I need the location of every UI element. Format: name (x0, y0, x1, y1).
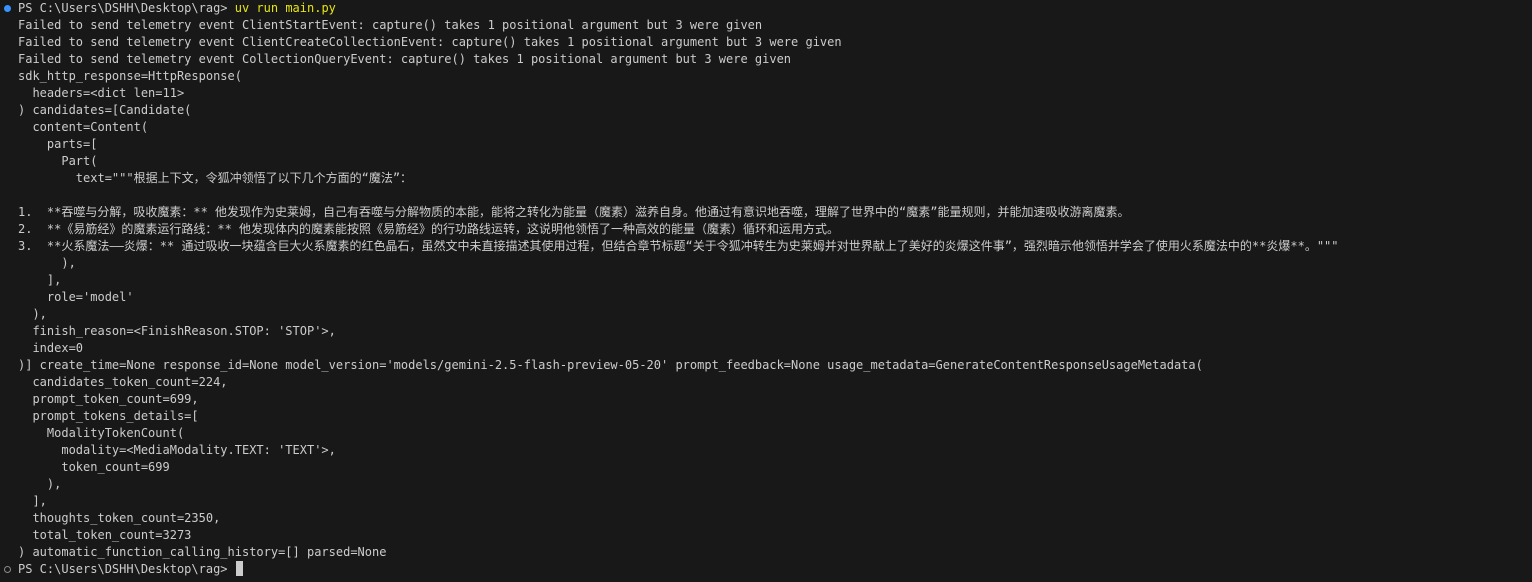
output-line: ) candidates=[Candidate( (18, 103, 192, 117)
output-line: ], (18, 494, 47, 508)
output-line: ], (18, 273, 62, 287)
output-line: modality=<MediaModality.TEXT: 'TEXT'>, (18, 443, 336, 457)
command-idle-icon[interactable] (4, 566, 11, 573)
output-line: parts=[ (18, 137, 98, 151)
output-line: prompt_tokens_details=[ (18, 409, 199, 423)
output-line: candidates_token_count=224, (18, 375, 228, 389)
current-prompt-line[interactable]: PS C:\Users\DSHH\Desktop\rag> (18, 561, 1532, 578)
output-line: token_count=699 (18, 460, 170, 474)
output-line: )] create_time=None response_id=None mod… (18, 358, 1203, 372)
output-line: 2. **《易筋经》的魔素运行路线：** 他发现体内的魔素能按照《易筋经》的行功… (18, 222, 840, 236)
command-line: PS C:\Users\DSHH\Desktop\rag> uv run mai… (18, 0, 1532, 17)
output-line: finish_reason=<FinishReason.STOP: 'STOP'… (18, 324, 336, 338)
current-prompt-text: PS C:\Users\DSHH\Desktop\rag> (18, 562, 235, 576)
command-text: uv run main.py (234, 1, 336, 15)
output-line: text="""根据上下文，令狐冲领悟了以下几个方面的“魔法”： (18, 171, 413, 185)
output-lines: Failed to send telemetry event ClientSta… (18, 17, 1532, 561)
terminal-cursor (235, 561, 243, 576)
prompt-text: PS C:\Users\DSHH\Desktop\rag> (18, 1, 235, 15)
output-line: ModalityTokenCount( (18, 426, 185, 440)
command-success-icon[interactable] (4, 5, 11, 12)
output-line: Part( (18, 154, 98, 168)
terminal-panel[interactable]: PS C:\Users\DSHH\Desktop\rag> uv run mai… (0, 0, 1532, 582)
terminal-output: PS C:\Users\DSHH\Desktop\rag> uv run mai… (18, 0, 1532, 578)
output-line: 3. **火系魔法——炎爆：** 通过吸收一块蕴含巨大火系魔素的红色晶石，虽然文… (18, 239, 1339, 253)
output-line: total_token_count=3273 (18, 528, 192, 542)
output-line: index=0 (18, 341, 84, 355)
output-line: content=Content( (18, 120, 149, 134)
output-line: ) automatic_function_calling_history=[] … (18, 545, 387, 559)
output-line: sdk_http_response=HttpResponse( (18, 69, 242, 83)
output-line: thoughts_token_count=2350, (18, 511, 221, 525)
output-line: prompt_token_count=699, (18, 392, 199, 406)
output-line: headers=<dict len=11> (18, 86, 185, 100)
output-line: Failed to send telemetry event ClientCre… (18, 35, 842, 49)
output-line: role='model' (18, 290, 134, 304)
output-line: ), (18, 256, 76, 270)
output-line: Failed to send telemetry event ClientSta… (18, 18, 763, 32)
output-line: ), (18, 477, 62, 491)
output-line: Failed to send telemetry event Collectio… (18, 52, 792, 66)
output-line: ), (18, 307, 47, 321)
output-line: 1. **吞噬与分解，吸收魔素：** 他发现作为史莱姆，自己有吞噬与分解物质的本… (18, 205, 1130, 219)
